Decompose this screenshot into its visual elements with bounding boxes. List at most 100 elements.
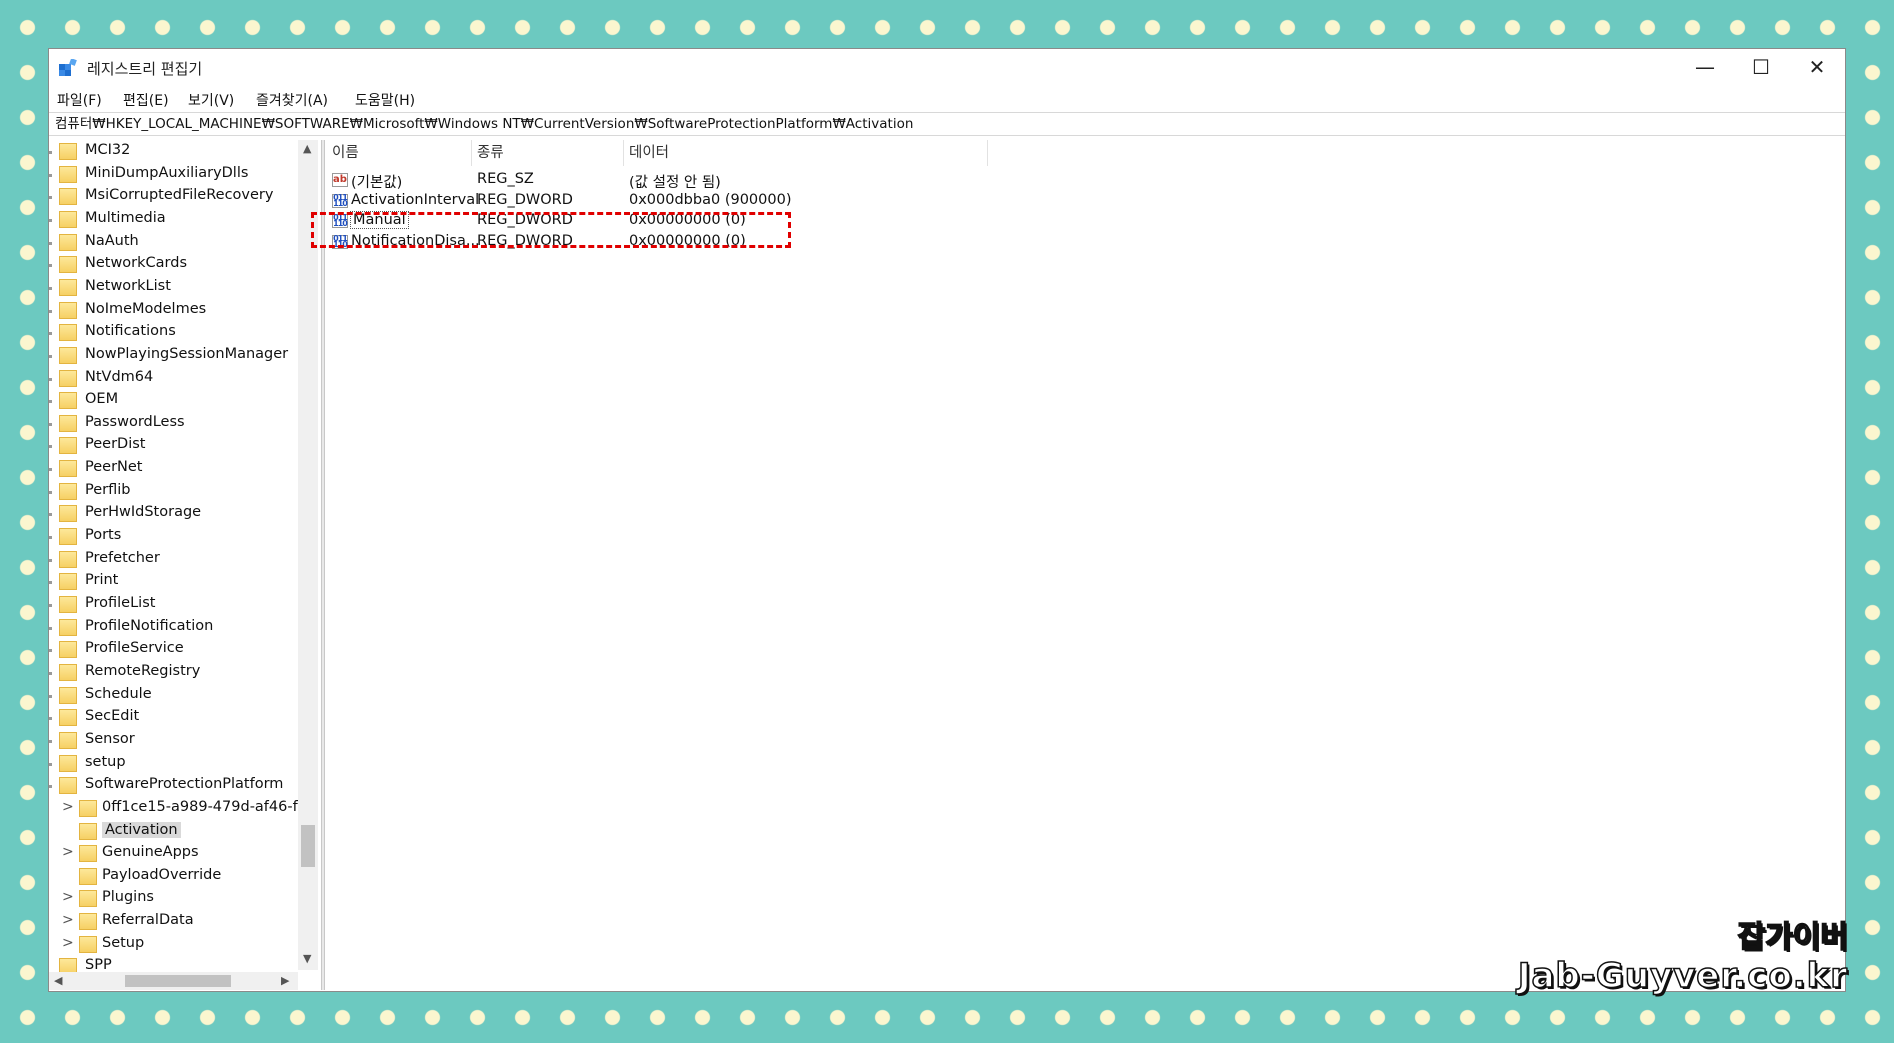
folder-icon: [59, 437, 77, 455]
folder-icon: [79, 913, 97, 931]
value-row[interactable]: ab (기본값) REG_SZ (값 설정 안 됨): [327, 170, 988, 192]
maximize-button[interactable]: ☐: [1733, 49, 1789, 85]
tree-child-label: Plugins: [102, 889, 154, 906]
menu-file[interactable]: 파일(F): [57, 90, 102, 110]
folder-icon: [59, 709, 77, 727]
tree-line: [49, 241, 52, 245]
folder-icon: [79, 822, 97, 840]
folder-icon: [59, 663, 77, 681]
scroll-right-arrow-icon[interactable]: ▶: [281, 974, 289, 987]
tree-child-label: Setup: [102, 934, 145, 951]
tree-line: [49, 468, 52, 472]
tree-line: [49, 558, 52, 562]
highlight-annotation-box: [311, 212, 791, 248]
tree-item-label: NoImeModelmes: [85, 300, 207, 317]
folder-icon: [59, 414, 77, 432]
folder-icon: [79, 867, 97, 885]
tree-line: [49, 762, 52, 766]
tree-line: [49, 377, 52, 381]
registry-editor-icon: [59, 59, 77, 76]
tree-child-label: PayloadOverride: [102, 866, 222, 883]
chevron-right-icon[interactable]: >: [62, 912, 74, 928]
tree-line: [49, 354, 52, 358]
chevron-right-icon[interactable]: >: [62, 935, 74, 951]
window-title: 레지스트리 편집기: [87, 60, 203, 78]
tree-item-label: Notifications: [85, 323, 176, 340]
scroll-up-arrow-icon[interactable]: ▲: [303, 142, 311, 155]
tree-hscroll-thumb[interactable]: [125, 975, 231, 987]
tree-item-label: NtVdm64: [85, 368, 154, 385]
tree-child-label: GenuineApps: [102, 844, 199, 861]
chevron-right-icon[interactable]: >: [62, 889, 74, 905]
tree-child-label: Activation: [102, 821, 181, 838]
tree-item-label: PeerDist: [85, 436, 146, 453]
folder-icon: [59, 596, 77, 613]
folder-icon: [59, 573, 77, 591]
tree-line: [49, 196, 52, 200]
tree-item-label: SPP: [85, 957, 112, 974]
pane-splitter[interactable]: [321, 140, 325, 990]
tree-line: [49, 694, 52, 698]
tree-line: [49, 264, 52, 268]
folder-icon: [59, 777, 77, 795]
folder-icon: [59, 256, 77, 274]
value-row[interactable]: 011 110 ActivationInterval REG_DWORD 0x000db…: [327, 191, 988, 213]
tree-item-label: Ports: [85, 527, 122, 544]
tree-line: [49, 286, 52, 290]
tree-line: [49, 536, 52, 540]
watermark-korean: 잡가이버: [1737, 919, 1849, 956]
folder-icon: [79, 799, 97, 817]
tree-item-label: NetworkList: [85, 277, 171, 294]
key-tree-pane: MCI32 MiniDumpAuxiliaryDlls MsiCorruptedFi…: [49, 140, 320, 990]
tree-line: [49, 649, 52, 653]
value-name: ActivationInterval: [351, 191, 480, 208]
menu-favorites[interactable]: 즐겨찾기(A): [256, 90, 328, 110]
chevron-right-icon[interactable]: >: [62, 799, 74, 815]
chevron-right-icon[interactable]: >: [62, 844, 74, 860]
menu-help[interactable]: 도움말(H): [355, 90, 415, 110]
tree-item-label: Sensor: [85, 730, 135, 747]
folder-icon: [59, 460, 77, 478]
column-header-name[interactable]: 이름: [327, 140, 472, 166]
tree-item-label: MsiCorruptedFileRecovery: [85, 187, 274, 204]
binary-value-icon: 011 110: [332, 192, 348, 208]
tree-vertical-scrollbar[interactable]: ▲ ▼: [298, 140, 318, 970]
values-list-pane: 이름 종류 데이터 ab (기본값) REG_SZ (값 설정 안 됨) 011 110 A…: [327, 140, 1845, 991]
tree-line: [49, 671, 52, 675]
tree-scroll-thumb[interactable]: [301, 825, 315, 867]
menu-view[interactable]: 보기(V): [188, 90, 234, 110]
folder-icon: [59, 143, 77, 160]
tree-item-label: PeerNet: [85, 459, 143, 476]
folder-icon: [59, 210, 77, 228]
folder-icon: [59, 346, 77, 364]
address-bar[interactable]: 컴퓨터₩HKEY_LOCAL_MACHINE₩SOFTWARE₩Microsof…: [49, 112, 1845, 136]
folder-icon: [59, 482, 77, 500]
menu-edit[interactable]: 편집(E): [123, 90, 169, 110]
column-header-data[interactable]: 데이터: [624, 140, 988, 166]
column-header-type[interactable]: 종류: [472, 140, 624, 166]
tree-child-label: ReferralData: [102, 912, 194, 929]
watermark: 잡가이버 Jab-Guyver.co.kr: [1517, 919, 1849, 997]
scroll-down-arrow-icon[interactable]: ▼: [303, 952, 311, 965]
tree-item-label: ProfileList: [85, 595, 156, 611]
tree-item-label: NetworkCards: [85, 255, 188, 272]
scroll-left-arrow-icon[interactable]: ◀: [54, 974, 62, 987]
tree-horizontal-scrollbar[interactable]: ◀ ▶: [49, 972, 298, 990]
tree-item-label: NaAuth: [85, 232, 139, 249]
close-button[interactable]: ✕: [1789, 49, 1845, 85]
folder-icon: [59, 301, 77, 319]
tree-line: [49, 490, 52, 494]
folder-icon: [59, 641, 77, 659]
tree-line: [49, 151, 52, 154]
folder-icon: [79, 890, 97, 908]
tree-line: [49, 309, 52, 313]
tree-item-label: Print: [85, 572, 119, 589]
value-data: 0x000dbba0 (900000): [629, 191, 792, 208]
minimize-button[interactable]: —: [1677, 49, 1733, 85]
tree-line: [49, 785, 52, 789]
tree-item-label: OEM: [85, 391, 119, 408]
folder-icon: [59, 754, 77, 772]
tree-item-label: MiniDumpAuxiliaryDlls: [85, 164, 249, 181]
tree-line: [49, 626, 52, 630]
tree-item-label: PerHwIdStorage: [85, 504, 202, 521]
